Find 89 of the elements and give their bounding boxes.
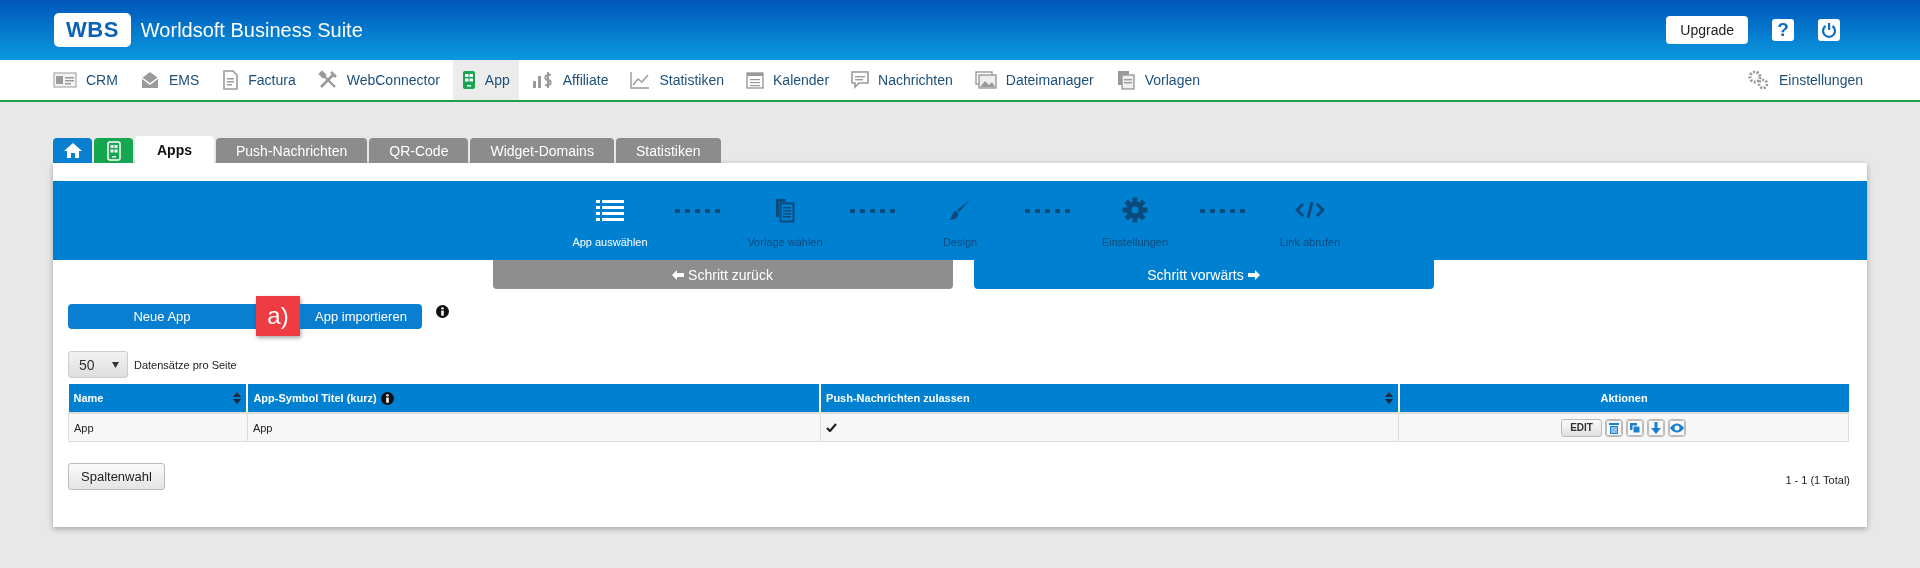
download-icon[interactable] xyxy=(1647,418,1665,437)
id-card-icon xyxy=(53,72,77,88)
caret-icon xyxy=(112,361,119,368)
trash-icon[interactable] xyxy=(1605,418,1623,437)
gear-icon xyxy=(1122,197,1148,223)
pagination-info: 1 - 1 (1 Total) xyxy=(1785,473,1850,486)
power-icon[interactable] xyxy=(1818,19,1840,41)
nav-item[interactable]: CRM xyxy=(44,60,127,100)
list-icon xyxy=(596,199,624,221)
help-button[interactable]: ? xyxy=(1772,19,1794,41)
home-tab[interactable] xyxy=(53,138,92,163)
settings-nav-item[interactable]: Einstellungen xyxy=(1738,60,1872,100)
nav-label: WebConnector xyxy=(346,72,440,88)
annotation-label: a) xyxy=(256,296,300,336)
upgrade-button[interactable]: Upgrade xyxy=(1666,16,1748,44)
nav-label: Affiliate xyxy=(562,72,609,88)
nav-item[interactable]: Dateimanager xyxy=(965,60,1103,100)
header-label: Aktionen xyxy=(1600,392,1648,404)
nav-label: Einstellungen xyxy=(1778,72,1863,88)
page-size-label: Datensätze pro Seite xyxy=(134,358,237,371)
nav-item[interactable]: Statistiken xyxy=(621,60,734,100)
step-label: Vorlage wählen xyxy=(747,236,823,248)
home-icon xyxy=(62,142,83,159)
logo[interactable]: WBS xyxy=(54,13,131,47)
page-size-select[interactable]: 50 xyxy=(68,351,128,378)
app-tab[interactable] xyxy=(94,138,133,163)
tools-icon xyxy=(317,70,338,90)
code-icon xyxy=(1295,200,1325,220)
nav-label: EMS xyxy=(168,72,200,88)
step-label: App auswählen xyxy=(572,236,648,248)
tab[interactable]: Apps xyxy=(135,136,214,163)
nav-label: Nachrichten xyxy=(878,72,953,88)
header-label: Push-Nachrichten zulassen xyxy=(826,392,970,404)
sort-icon[interactable] xyxy=(233,392,242,404)
nav-item[interactable]: WebConnector xyxy=(308,60,449,100)
step-label: Einstellungen xyxy=(1101,236,1169,248)
nav-label: Statistiken xyxy=(659,72,725,88)
dots-connector xyxy=(1023,208,1072,214)
table-cell: App xyxy=(247,413,821,442)
images-icon xyxy=(974,70,997,90)
nav-item[interactable]: Factura xyxy=(212,60,305,100)
documents-icon xyxy=(774,197,796,223)
copy-icon[interactable] xyxy=(1626,418,1644,437)
table-cell: App xyxy=(68,413,248,442)
sort-icon[interactable] xyxy=(1384,392,1393,404)
nav-item[interactable]: Affiliate xyxy=(522,60,618,100)
nav-item[interactable]: App xyxy=(452,60,519,100)
header-label: App-Symbol Titel (kurz) xyxy=(253,392,377,404)
calendar-icon xyxy=(746,71,765,89)
phone-icon xyxy=(461,70,476,90)
nav-label: Dateimanager xyxy=(1005,72,1094,88)
eye-icon[interactable] xyxy=(1668,418,1686,437)
document-icon xyxy=(221,70,240,90)
envelope-icon xyxy=(139,70,160,90)
bar-chart-icon xyxy=(531,70,554,90)
column-header[interactable]: Name xyxy=(68,384,248,413)
nav-label: CRM xyxy=(86,72,118,88)
column-header[interactable]: Aktionen xyxy=(1398,384,1849,413)
line-chart-icon xyxy=(630,71,651,89)
chat-icon xyxy=(851,71,870,89)
step-label: Design xyxy=(942,236,978,248)
info-icon[interactable] xyxy=(436,305,449,318)
column-header[interactable]: Push-Nachrichten zulassen xyxy=(820,384,1399,413)
info-icon[interactable] xyxy=(380,391,394,405)
arrow-left-icon xyxy=(672,269,685,280)
nav-item[interactable]: Kalender xyxy=(737,60,839,100)
header-label: Name xyxy=(73,392,104,404)
nav-item[interactable]: Nachrichten xyxy=(842,60,962,100)
new-app-button[interactable]: Neue App xyxy=(68,304,256,329)
nav-item[interactable]: Vorlagen xyxy=(1106,60,1209,100)
documents-icon xyxy=(1115,70,1136,90)
nav-label: Factura xyxy=(248,72,296,88)
app-title: Worldsoft Business Suite xyxy=(140,18,363,42)
arrow-right-icon xyxy=(1247,269,1260,280)
edit-button[interactable]: EDIT xyxy=(1561,418,1602,437)
nav-item[interactable]: EMS xyxy=(130,60,209,100)
column-choice-button[interactable]: Spaltenwahl xyxy=(68,463,165,490)
dots-connector xyxy=(673,208,722,214)
next-button[interactable]: Schritt vorwärts xyxy=(973,260,1434,289)
dots-connector xyxy=(848,208,897,214)
import-app-button[interactable]: App importieren xyxy=(300,304,422,329)
nav-label: Vorlagen xyxy=(1144,72,1200,88)
dots-connector xyxy=(1198,208,1247,214)
phone-icon xyxy=(106,140,121,161)
brush-icon xyxy=(948,198,972,222)
column-header[interactable]: App-Symbol Titel (kurz) xyxy=(247,384,821,413)
nav-label: App xyxy=(484,72,510,88)
nav-label: Kalender xyxy=(773,72,830,88)
step-label: Link abrufen xyxy=(1279,236,1341,248)
